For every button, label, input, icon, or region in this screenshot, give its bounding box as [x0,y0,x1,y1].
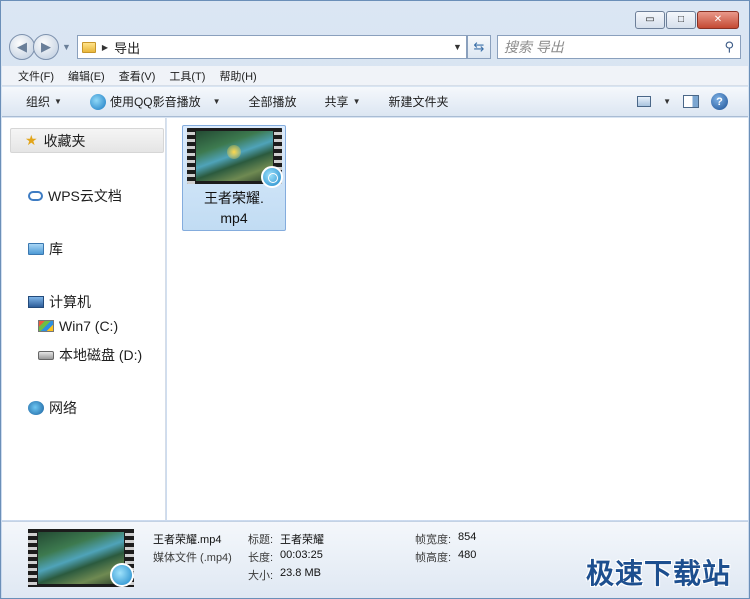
windows-drive-icon [38,320,54,332]
navigation-pane: ★ 收藏夹 WPS云文档 库 计算机 Win7 (C:) 本地磁盘 (D:) 网… [2,118,166,520]
menu-tools[interactable]: 工具(T) [169,68,205,84]
magnifier-icon[interactable]: ⚲ [724,39,734,55]
share-label: 共享 [324,95,349,109]
address-bar[interactable]: ▶ 导出 ▼ [76,35,467,59]
details-height-value: 480 [458,549,477,561]
recent-pages-chevron-icon[interactable]: ▼ [62,42,71,52]
libraries-label: 库 [49,241,63,257]
filmstrip-icon [187,128,195,184]
organize-button[interactable]: 组织 ▼ [26,93,62,110]
site-watermark: 极速下载站 [585,558,731,589]
qq-player-file-icon [110,563,134,587]
command-bar: 组织 ▼ 使用QQ影音播放 ▼ 全部播放 共享 ▼ 新建文件夹 ▼ ? [2,87,748,117]
minimize-icon: ▭ [645,14,655,25]
command-bar-right: ▼ ? [637,93,728,110]
preview-pane-icon[interactable] [683,95,699,108]
help-icon[interactable]: ? [711,93,728,110]
refresh-icon: ⇆ [473,39,485,54]
new-folder-label: 新建文件夹 [388,95,449,109]
nav-item-wps[interactable]: WPS云文档 [28,186,122,206]
qq-player-file-icon [261,166,283,188]
nav-item-network[interactable]: 网络 [28,398,77,418]
computer-label: 计算机 [49,294,91,310]
minimize-button[interactable]: ▭ [635,11,665,29]
nav-item-drive-c[interactable]: Win7 (C:) [38,318,118,334]
video-frame-highlight [226,144,241,159]
chevron-down-icon: ▼ [54,97,62,106]
play-all-button[interactable]: 全部播放 [249,93,297,110]
forward-arrow-icon: ▶ [41,39,51,54]
address-dropdown-icon[interactable]: ▼ [453,42,462,52]
menu-file[interactable]: 文件(F) [18,68,54,84]
details-height-label: 帧高度: [415,552,452,564]
details-size-value: 23.8 MB [280,567,321,579]
menu-help[interactable]: 帮助(H) [219,68,256,84]
forward-button[interactable]: ▶ [33,34,59,60]
share-button[interactable]: 共享 ▼ [325,93,361,110]
star-icon: ★ [25,132,38,148]
drive-d-label: 本地磁盘 (D:) [59,347,143,363]
details-width-label: 帧宽度: [415,534,452,546]
wps-label: WPS云文档 [48,188,122,204]
network-icon [28,401,44,415]
hard-drive-icon [38,350,54,360]
library-icon [28,243,44,255]
details-file-name: 王者荣耀.mp4 [153,534,222,546]
new-folder-button[interactable]: 新建文件夹 [388,93,448,110]
details-file-type: 媒体文件 (.mp4) [153,552,232,564]
menu-bar: 文件(F) 编辑(E) 查看(V) 工具(T) 帮助(H) [2,66,748,86]
details-width-value: 854 [458,531,477,543]
menu-edit[interactable]: 编辑(E) [68,68,105,84]
search-input[interactable] [503,39,725,55]
nav-item-drive-d[interactable]: 本地磁盘 (D:) [38,345,142,365]
menu-view[interactable]: 查看(V) [119,68,156,84]
details-length-label: 长度: [248,552,274,564]
nav-item-favorites[interactable]: ★ 收藏夹 [10,128,164,153]
chevron-down-icon: ▼ [352,97,361,106]
back-arrow-icon: ◀ [17,39,27,54]
computer-icon [28,296,44,308]
filmstrip-icon [28,529,37,587]
network-label: 网络 [49,400,77,416]
details-title-value[interactable]: 王者荣耀 [280,531,324,547]
nav-item-libraries[interactable]: 库 [28,239,63,259]
file-list-pane[interactable]: 王者荣耀. mp4 [167,118,748,520]
cloud-icon [28,191,43,201]
breadcrumb-chevron-icon[interactable]: ▶ [102,43,108,52]
favorites-label: 收藏夹 [43,132,86,149]
details-title-label: 标题: [248,534,274,546]
navigation-row: ◀ ▶ ▼ ▶ 导出 ▼ ⇆ ⚲ [9,33,741,61]
play-all-label: 全部播放 [248,95,297,109]
file-item[interactable]: 王者荣耀. mp4 [182,125,286,231]
folder-icon [81,41,96,53]
explorer-window: ▭ □ ✕ ◀ ▶ ▼ ▶ 导出 ▼ ⇆ ⚲ 文件(F) 编辑(E) 查看(V)… [0,0,750,599]
drive-c-label: Win7 (C:) [59,318,119,334]
change-view-icon[interactable] [637,96,652,107]
address-path[interactable]: 导出 [114,38,447,57]
refresh-button[interactable]: ⇆ [466,35,491,59]
close-button[interactable]: ✕ [697,11,739,29]
nav-item-computer[interactable]: 计算机 [28,292,91,312]
maximize-button[interactable]: □ [666,11,696,29]
details-size-label: 大小: [248,570,274,582]
play-with-label: 使用QQ影音播放 [109,95,201,109]
file-name-label: 王者荣耀. mp4 [204,190,264,226]
details-length-value: 00:03:25 [280,549,323,561]
organize-label: 组织 [26,95,51,109]
view-options-chevron-icon[interactable]: ▼ [663,97,671,106]
chevron-down-icon: ▼ [212,97,221,106]
caption-buttons: ▭ □ ✕ [635,11,739,29]
search-box[interactable]: ⚲ [496,35,741,59]
back-button[interactable]: ◀ [9,34,35,60]
maximize-icon: □ [677,14,685,25]
qq-player-icon [89,93,106,110]
close-icon: ✕ [713,14,723,25]
play-with-qq-button[interactable]: 使用QQ影音播放 ▼ [89,93,221,110]
